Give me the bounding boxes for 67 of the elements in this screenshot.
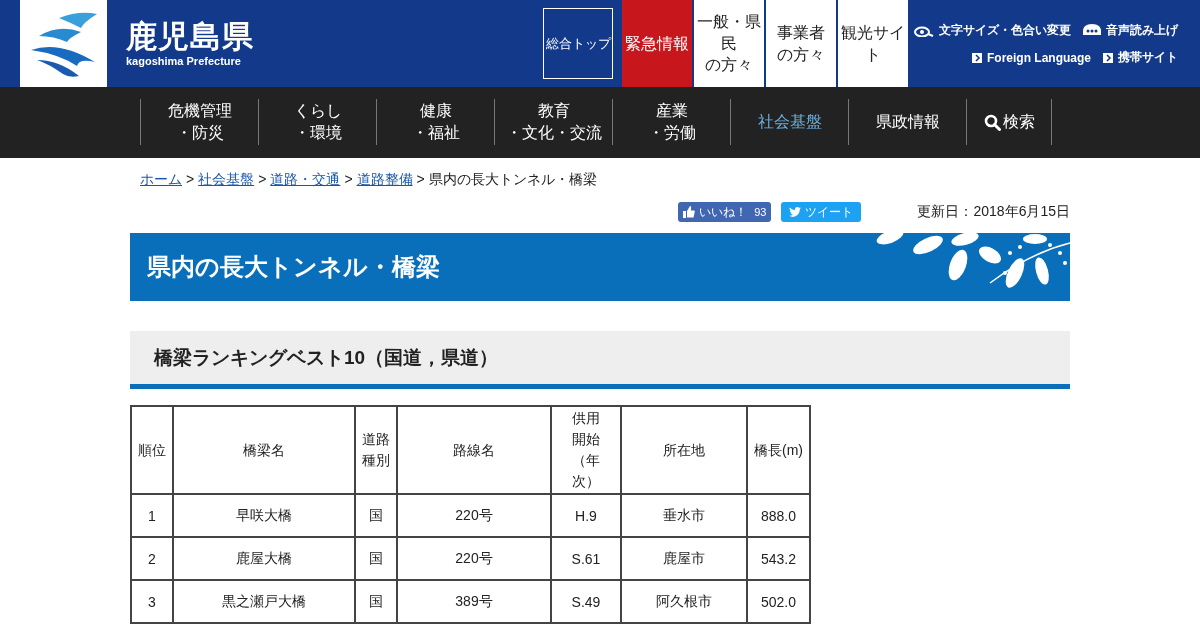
nav-item[interactable]: 社会基盤 [730,99,848,145]
column-header: 路線名 [397,406,551,494]
like-button[interactable]: いいね！ 93 [678,202,772,222]
bird-icon [789,207,802,217]
table-cell: 1 [131,494,173,537]
table-cell: 鹿屋大橋 [173,537,355,580]
breadcrumb-separator: > [258,171,267,189]
nav-item[interactable]: 健康 ・福祉 [376,99,494,145]
header-link-button[interactable]: 緊急情報 [622,0,692,87]
breadcrumb-link[interactable]: 道路整備 [356,171,413,189]
thumbs-up-icon [683,206,696,218]
column-header: 供用開始（年次） [551,406,621,494]
header-link-button[interactable]: 総合トップ [543,8,613,79]
nav-item[interactable]: 教育 ・文化・交流 [494,99,612,145]
table-cell: 888.0 [747,494,810,537]
breadcrumb-separator: > [186,171,195,189]
table-cell: 502.0 [747,580,810,623]
table-cell: H.9 [551,494,621,537]
column-header: 所在地 [621,406,747,494]
nav-item[interactable]: 県政情報 [848,99,966,145]
chevron-right-icon [1103,52,1113,63]
site-subtitle: kagoshima Prefecture [126,54,242,67]
table-cell: 389号 [397,580,551,623]
table-cell: 220号 [397,494,551,537]
header-tool-link[interactable]: 音声読み上げ [1106,22,1178,39]
header-tool-link[interactable]: 文字サイズ・色合い変更 [939,22,1071,39]
section-heading: 橋梁ランキングベスト10（国道，県道） [130,331,1070,389]
breadcrumb-separator: > [344,171,353,189]
header-link[interactable]: 携帯サイト [1118,49,1178,66]
column-header: 道路種別 [355,406,397,494]
eye-icon [914,24,934,37]
header-link[interactable]: Foreign Language [987,50,1091,65]
breadcrumb-link[interactable]: 社会基盤 [198,171,255,189]
speech-bubble-icon [1083,24,1101,37]
table-cell: S.49 [551,580,621,623]
header-link-button[interactable]: 事業者 の方々 [766,0,836,87]
table-cell: 220号 [397,537,551,580]
table-cell: 国 [355,494,397,537]
site-title[interactable]: 鹿児島県 [126,20,254,55]
nav-item[interactable]: 検索 [966,99,1052,145]
column-header: 順位 [131,406,173,494]
table-cell: 3 [131,580,173,623]
table-cell: 鹿屋市 [621,537,747,580]
page-title: 県内の長大トンネル・橋梁 [147,252,440,282]
header-link-button[interactable]: 一般・県 民 の方々 [694,0,764,87]
header-link-button[interactable]: 観光サイ ト [838,0,908,87]
table-cell: 2 [131,537,173,580]
table-cell: 垂水市 [621,494,747,537]
table-cell: 黒之瀬戸大橋 [173,580,355,623]
nav-item[interactable]: 危機管理 ・防災 [140,99,258,145]
column-header: 橋長(m) [747,406,810,494]
breadcrumb-link[interactable]: 道路・交通 [270,171,341,189]
table-cell: 阿久根市 [621,580,747,623]
breadcrumb-link[interactable]: ホーム [140,171,182,189]
nav-item[interactable]: 産業 ・労働 [612,99,730,145]
table-cell: 早咲大橋 [173,494,355,537]
breadcrumb-separator: > [416,171,425,189]
table-cell: 国 [355,580,397,623]
nav-item[interactable]: くらし ・環境 [258,99,376,145]
chevron-right-icon [972,52,982,63]
table-cell: S.61 [551,537,621,580]
table-cell: 国 [355,537,397,580]
table-cell: 543.2 [747,537,810,580]
column-header: 橋梁名 [173,406,355,494]
breadcrumb-current: 県内の長大トンネル・橋梁 [428,171,597,189]
search-icon [983,113,1001,131]
updated-date: 更新日：2018年6月15日 [917,203,1070,221]
